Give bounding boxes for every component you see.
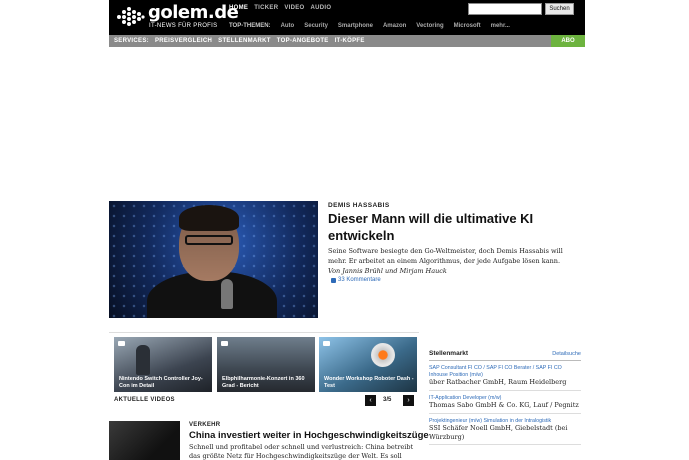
job-title[interactable]: SAP Consultant FI CO / SAP FI CO Berater… [429, 365, 581, 378]
nav-ticker[interactable]: TICKER [254, 5, 278, 11]
lead-article-image[interactable] [109, 201, 318, 318]
service-link-preisvergleich[interactable]: PREISVERGLEICH [155, 38, 212, 44]
service-link-top-angebote[interactable]: TOP-ANGEBOTE [277, 38, 329, 44]
top-topics: TOP-THEMEN: Auto Security Smartphone Ama… [229, 23, 510, 29]
topic-link[interactable]: Smartphone [338, 23, 373, 29]
topic-link[interactable]: Security [304, 23, 328, 29]
job-item[interactable]: IT-Application Developer (m/w) Thomas Sa… [429, 391, 581, 414]
nav-video[interactable]: VIDEO [284, 5, 304, 11]
lead-title[interactable]: Dieser Mann will die ultimative KI entwi… [328, 210, 573, 244]
service-bar: SERVICES: PREISVERGLEICH STELLENMARKT TO… [109, 35, 551, 47]
video-thumbnail-figure [136, 345, 150, 375]
site-header: golem.de IT-NEWS FÜR PROFIS HOME TICKER … [109, 0, 585, 35]
logo-subtitle: IT-NEWS FÜR PROFIS [149, 23, 218, 29]
lead-kicker: DEMIS HASSABIS [328, 202, 390, 209]
article-title[interactable]: China investiert weiter in Hochgeschwind… [189, 430, 429, 441]
robot-thumbnail [371, 343, 395, 367]
topic-link[interactable]: Vectoring [416, 23, 443, 29]
stellenmarkt-title: Stellenmarkt [429, 350, 469, 357]
logo-text[interactable]: golem.de [148, 2, 239, 23]
abo-button[interactable]: ABO [551, 35, 585, 47]
video-prev-button[interactable]: ‹ [365, 395, 376, 406]
job-company: Thomas Sabo GmbH & Co. KG, Lauf / Pegnit… [429, 401, 579, 409]
job-item[interactable]: Projektingenieur (m/w) Simulation in der… [429, 414, 581, 445]
topic-link[interactable]: Amazon [383, 23, 406, 29]
topic-more-link[interactable]: mehr... [491, 23, 510, 29]
job-item[interactable]: SAP Consultant FI CO / SAP FI CO Berater… [429, 361, 581, 391]
video-page-indicator: 3/5 [383, 397, 392, 403]
topic-link[interactable]: Microsoft [454, 23, 481, 29]
detailsuche-link[interactable]: Detailsuche [552, 351, 581, 357]
video-tile[interactable]: Nintendo Switch Controller Joy-Con im De… [114, 337, 212, 392]
lead-author: Von Jannis Brühl und Mirjam Hauck [328, 267, 447, 275]
job-company: über Ratbacher GmbH, Raum Heidelberg [429, 378, 567, 386]
lead-comments-label: 33 Kommentare [338, 277, 381, 283]
video-caption: Nintendo Switch Controller Joy-Con im De… [119, 376, 203, 389]
video-next-button[interactable]: › [403, 395, 414, 406]
topic-link[interactable]: Auto [281, 23, 295, 29]
video-caption: Wonder Workshop Roboter Dash - Test [324, 376, 414, 389]
video-camera-icon [118, 341, 125, 346]
microphone [221, 279, 233, 309]
glasses [185, 235, 233, 245]
lead-comments-link[interactable]: 33 Kommentare [331, 277, 381, 283]
videos-label: AKTUELLE VIDEOS [114, 397, 175, 403]
stellenmarkt-header: Stellenmarkt Detailsuche [429, 350, 581, 361]
nav-audio[interactable]: AUDIO [311, 5, 332, 11]
logo-icon[interactable] [115, 6, 145, 28]
service-link-it-koepfe[interactable]: IT-KÖPFE [335, 38, 365, 44]
search-button[interactable]: Suchen [545, 3, 574, 15]
video-camera-icon [221, 341, 228, 346]
stellenmarkt-box: Stellenmarkt Detailsuche SAP Consultant … [429, 343, 581, 445]
article-kicker: VERKEHR [189, 422, 221, 428]
article-image[interactable] [109, 421, 180, 460]
main-nav: HOME TICKER VIDEO AUDIO [229, 5, 331, 11]
comment-icon [331, 277, 336, 283]
video-caption: Elbphilharmonie-Konzert in 360 Grad - Be… [222, 376, 305, 389]
nav-home[interactable]: HOME [229, 5, 248, 11]
service-label: SERVICES: [114, 38, 149, 44]
video-tile[interactable]: Elbphilharmonie-Konzert in 360 Grad - Be… [217, 337, 315, 392]
video-tile[interactable]: Wonder Workshop Roboter Dash - Test [319, 337, 417, 392]
lead-teaser: Seine Software besiegte den Go-Weltmeist… [328, 247, 563, 265]
person-hair [179, 205, 239, 231]
top-topics-label: TOP-THEMEN: [229, 23, 271, 29]
job-company: SSI Schäfer Noell GmbH, Giebelstadt (bei… [429, 424, 568, 441]
article-teaser: Schnell und profitabel oder schnell und … [189, 443, 414, 460]
search-input[interactable] [468, 3, 542, 15]
service-link-stellenmarkt[interactable]: STELLENMARKT [218, 38, 271, 44]
video-camera-icon [323, 341, 330, 346]
